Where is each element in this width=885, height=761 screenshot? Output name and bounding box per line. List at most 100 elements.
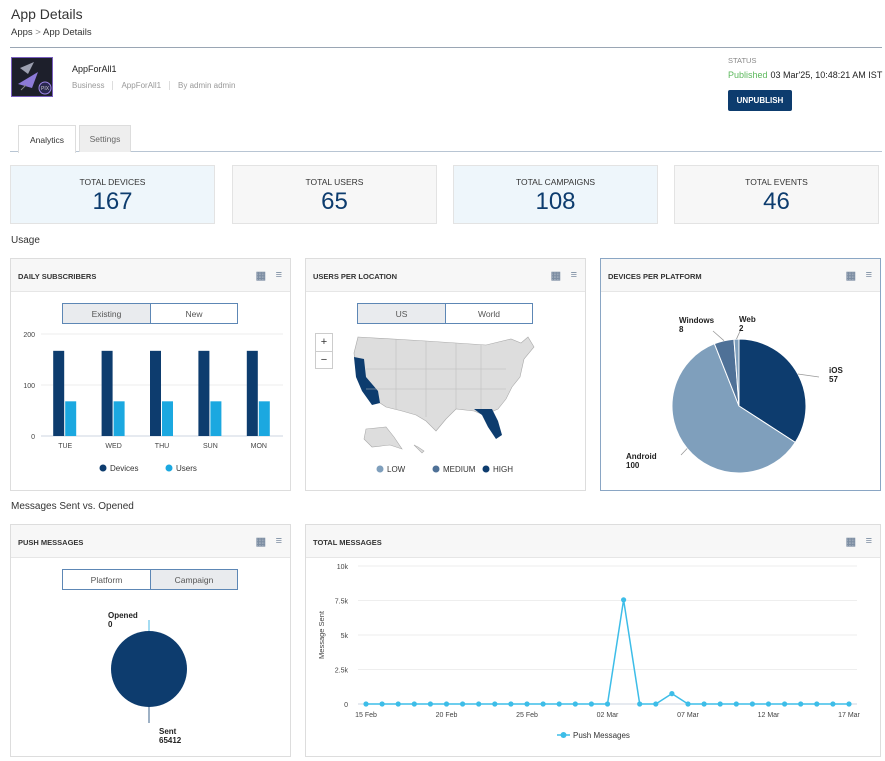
x-tick-label: MON — [251, 443, 267, 450]
tab-analytics[interactable]: Analytics — [18, 125, 76, 153]
push-messages-panel: PUSH MESSAGES ▦ ≡ Platform Campaign Opened 0… — [10, 524, 291, 757]
data-point — [379, 701, 385, 707]
breadcrumb-current: App Details — [42, 27, 92, 38]
x-tick-label: 07 Mar — [677, 712, 699, 719]
daily-subscribers-panel: DAILY SUBSCRIBERS ▦ ≡ Existing New 0 100 200 T… — [10, 258, 291, 491]
data-point — [717, 701, 723, 707]
unpublish-button[interactable]: UNPUBLISH — [728, 90, 792, 111]
x-tick-label: 20 Feb — [436, 712, 458, 719]
y-tick-label: 200 — [23, 332, 35, 339]
hawaii — [413, 444, 425, 454]
push-pie-chart: Opened0 Sent65412 — [108, 611, 187, 745]
breadcrumb-separator: > — [35, 27, 41, 38]
x-tick-label: SUN — [203, 443, 218, 450]
pie-value: 57 — [829, 375, 838, 384]
data-point — [411, 701, 417, 707]
legend-marker — [99, 464, 107, 472]
platform-pie-chart: iOS57 Android100 Windows8 Web2 — [626, 315, 843, 474]
legend-marker — [482, 465, 490, 473]
data-point — [653, 701, 659, 707]
data-point — [621, 597, 627, 603]
pie-value: 65412 — [159, 736, 182, 745]
status-label: STATUS — [728, 56, 757, 65]
status-timestamp: 03 Mar'25, 10:48:21 AM IST — [770, 70, 883, 80]
pie-label: iOS — [829, 366, 843, 375]
page-title: App Details — [11, 6, 83, 22]
alaska — [363, 426, 403, 450]
card-label: TOTAL DEVICES — [79, 177, 146, 187]
devices-per-platform-panel: DEVICES PER PLATFORM ▦ ≡ iOS 57 Android 100 Wi… — [600, 258, 881, 491]
pie-value: 0 — [108, 620, 113, 629]
legend-label: MEDIUM — [443, 465, 476, 474]
data-point — [363, 701, 369, 707]
data-point — [427, 701, 433, 707]
summary-card-devices: TOTAL DEVICES 167 — [10, 165, 215, 224]
state-florida — [474, 409, 502, 439]
section-usage: Usage — [11, 235, 40, 246]
data-point — [749, 701, 755, 707]
x-tick-label: 02 Mar — [597, 712, 619, 719]
x-tick-label: THU — [155, 443, 169, 450]
divider — [10, 47, 882, 48]
data-point — [701, 701, 707, 707]
card-value: 167 — [92, 188, 133, 215]
breadcrumb: Apps > App Details — [11, 27, 92, 38]
tab-settings[interactable]: Settings — [79, 125, 131, 152]
y-tick-label: 7.5k — [335, 599, 349, 606]
bar-devices — [101, 350, 113, 436]
card-value: 108 — [535, 188, 576, 215]
legend-marker — [560, 732, 567, 738]
us-map[interactable]: LOW MEDIUM HIGH — [306, 259, 587, 492]
svg-text:PIX: PIX — [41, 86, 50, 92]
x-tick-label: 12 Mar — [758, 712, 780, 719]
y-tick-label: 5k — [341, 633, 349, 640]
breadcrumb-apps[interactable]: Apps — [11, 27, 33, 38]
legend-marker — [376, 465, 384, 473]
series-line — [366, 599, 849, 705]
data-point — [556, 701, 562, 707]
pie-connector — [680, 448, 688, 456]
data-point — [395, 701, 401, 707]
x-tick-label: 15 Feb — [355, 712, 377, 719]
summary-card-events: TOTAL EVENTS 46 — [674, 165, 879, 224]
data-point — [830, 701, 836, 707]
data-point — [798, 701, 804, 707]
data-point — [540, 701, 546, 707]
bar-devices — [150, 350, 161, 436]
pie-value: 2 — [739, 324, 744, 333]
summary-card-campaigns: TOTAL CAMPAIGNS 108 — [453, 165, 658, 224]
x-tick-label: TUE — [58, 443, 72, 450]
bar-devices — [198, 350, 210, 436]
card-label: TOTAL USERS — [305, 177, 364, 187]
data-point — [604, 701, 611, 707]
daily-subscribers-chart: 0 100 200 TUE WED THU SUN MON Devices Users — [23, 332, 283, 473]
y-tick-label: 2.5k — [335, 668, 349, 675]
bar-users — [65, 401, 77, 436]
pie-label: Web — [739, 315, 756, 324]
y-tick-label: 0 — [31, 434, 35, 441]
data-point — [782, 701, 788, 707]
data-point — [588, 701, 594, 707]
app-category: Business — [72, 81, 105, 90]
y-axis-label: Message Sent — [317, 610, 326, 659]
card-label: TOTAL CAMPAIGNS — [515, 177, 596, 187]
app-logo: PIX — [11, 57, 53, 97]
us-mainland — [353, 336, 535, 432]
pie-connector — [797, 373, 820, 378]
legend-label: Push Messages — [573, 731, 630, 740]
pie-slice — [111, 631, 187, 707]
status-badge: Published — [728, 70, 768, 80]
legend-label: Users — [176, 464, 197, 473]
data-point — [572, 701, 578, 707]
legend-label: Devices — [110, 464, 138, 473]
legend-label: HIGH — [493, 465, 513, 474]
bar-devices — [246, 350, 258, 436]
data-point — [814, 701, 820, 707]
bar-devices — [53, 350, 65, 436]
total-messages-panel: TOTAL MESSAGES ▦ ≡ 0 2.5k 5k 7.5k 10k Message S… — [305, 524, 881, 757]
bar-users — [258, 401, 270, 436]
data-point — [492, 701, 498, 707]
section-messages: Messages Sent vs. Opened — [11, 501, 134, 512]
bar-users — [113, 401, 125, 436]
x-tick-label: WED — [105, 443, 121, 450]
